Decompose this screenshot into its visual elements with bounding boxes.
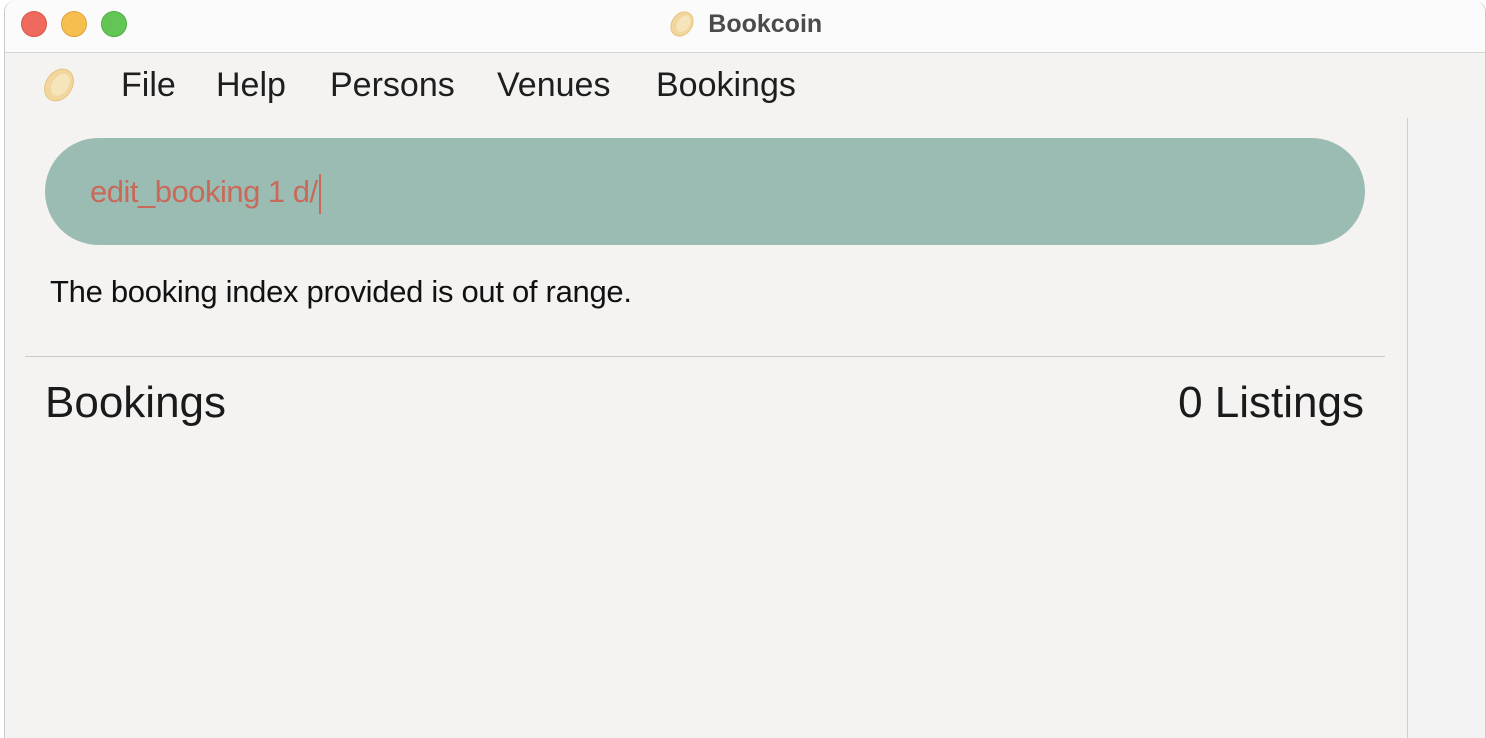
menu-venues[interactable]: Venues	[497, 65, 610, 105]
coin-icon	[670, 11, 694, 37]
side-pane	[1408, 118, 1485, 738]
menu-file[interactable]: File	[121, 65, 176, 105]
command-input[interactable]: edit_booking 1 d/	[45, 138, 1365, 245]
text-caret	[318, 173, 321, 214]
title-bar[interactable]: Bookcoin	[5, 0, 1485, 53]
section-divider[interactable]	[25, 356, 1385, 357]
menu-persons[interactable]: Persons	[330, 65, 455, 105]
coin-icon	[44, 68, 74, 102]
result-message: The booking index provided is out of ran…	[50, 274, 632, 309]
command-input-text[interactable]: edit_booking 1 d/	[90, 172, 321, 214]
window-title: Bookcoin	[708, 10, 823, 38]
listing-count: 0 Listings	[1178, 378, 1364, 427]
menu-help[interactable]: Help	[216, 65, 286, 105]
menu-bookings[interactable]: Bookings	[656, 65, 796, 105]
menu-bar: File Help Persons Venues Bookings	[5, 53, 1485, 117]
command-value: edit_booking 1 d/	[90, 174, 318, 209]
list-title: Bookings	[45, 378, 227, 427]
window-title-group: Bookcoin	[5, 8, 1485, 40]
app-window: Bookcoin File Help Persons Venues Bookin…	[4, 0, 1486, 738]
